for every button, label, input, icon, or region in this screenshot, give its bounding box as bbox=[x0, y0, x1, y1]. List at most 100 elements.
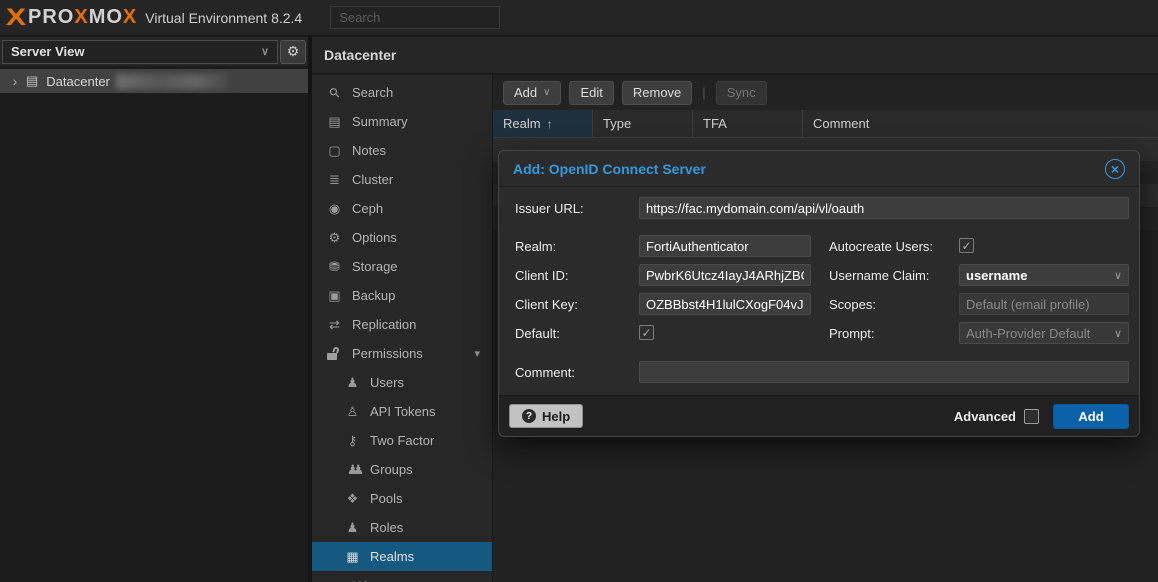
sidebar-item-replication[interactable]: ⇄ Replication bbox=[312, 310, 492, 339]
sidebar-item-label: API Tokens bbox=[370, 404, 436, 419]
sidebar-item-summary[interactable]: ▤ Summary bbox=[312, 107, 492, 136]
scopes-input[interactable] bbox=[959, 293, 1129, 315]
sidebar-item-storage[interactable]: ⛃ Storage bbox=[312, 252, 492, 281]
tree-settings-button[interactable]: ⚙ bbox=[280, 40, 306, 64]
sidebar-item-backup[interactable]: ▣ Backup bbox=[312, 281, 492, 310]
storage-disks-icon: ⛃ bbox=[326, 259, 343, 275]
proxmox-logo-icon: X bbox=[6, 4, 26, 32]
sidebar-item-ha[interactable]: ◌ HA ▾ bbox=[312, 571, 492, 582]
prompt-combo[interactable]: Auth-Provider Default ∨ bbox=[959, 322, 1129, 344]
unlocked-padlock-icon bbox=[326, 347, 343, 361]
chevron-down-icon: ∨ bbox=[261, 45, 269, 58]
datacenter-menu: ⚲ Search ▤ Summary ▢ Notes ≣ Cluster ◉ C… bbox=[312, 75, 493, 582]
tree-node-datacenter[interactable]: › ▤ Datacenter bbox=[0, 69, 308, 93]
autocreate-users-checkbox[interactable]: ✓ bbox=[959, 238, 974, 253]
chevron-down-icon: ∨ bbox=[1114, 327, 1122, 340]
sidebar-item-pools[interactable]: ❖ Pools bbox=[312, 484, 492, 513]
client-key-label: Client Key: bbox=[515, 293, 578, 315]
column-header-realm[interactable]: Realm ↑ bbox=[493, 110, 593, 137]
client-key-input[interactable] bbox=[639, 293, 811, 315]
ha-icon: ◌ bbox=[326, 578, 343, 582]
remove-button[interactable]: Remove bbox=[622, 81, 692, 105]
version-subtitle: Virtual Environment 8.2.4 bbox=[145, 10, 302, 26]
tags-icon: ❖ bbox=[344, 491, 361, 507]
caret-down-icon[interactable]: ▾ bbox=[474, 347, 480, 360]
dialog-title: Add: OpenID Connect Server bbox=[513, 161, 706, 177]
question-icon: ? bbox=[522, 409, 536, 423]
sidebar-item-ceph[interactable]: ◉ Ceph bbox=[312, 194, 492, 223]
edit-button-label: Edit bbox=[580, 85, 602, 100]
sidebar-item-label: Pools bbox=[370, 491, 403, 506]
gear-icon: ⚙ bbox=[287, 43, 300, 60]
content-header: Datacenter bbox=[312, 37, 1158, 74]
cluster-icon: ≣ bbox=[326, 172, 343, 188]
client-id-input[interactable] bbox=[639, 264, 811, 286]
global-search-input[interactable] bbox=[330, 6, 500, 29]
book-icon: ▤ bbox=[326, 114, 343, 130]
column-header-type[interactable]: Type bbox=[593, 110, 693, 137]
dialog-add-button[interactable]: Add bbox=[1053, 404, 1129, 429]
column-header-tfa[interactable]: TFA bbox=[693, 110, 803, 137]
sidebar-item-label: HA bbox=[352, 578, 370, 582]
floppy-icon: ▣ bbox=[326, 288, 343, 304]
advanced-checkbox[interactable] bbox=[1024, 409, 1039, 424]
address-book-icon: ▦ bbox=[344, 549, 361, 565]
redacted-node-name bbox=[116, 74, 228, 89]
view-mode-label: Server View bbox=[11, 44, 84, 59]
sidebar-item-cluster[interactable]: ≣ Cluster bbox=[312, 165, 492, 194]
column-label: Realm bbox=[503, 116, 541, 131]
help-button[interactable]: ? Help bbox=[509, 404, 583, 428]
sidebar-item-label: Ceph bbox=[352, 201, 383, 216]
sidebar-item-search[interactable]: ⚲ Search bbox=[312, 78, 492, 107]
realm-input[interactable] bbox=[639, 235, 811, 257]
client-id-label: Client ID: bbox=[515, 264, 568, 286]
gear-icon: ⚙ bbox=[326, 230, 343, 246]
username-claim-label: Username Claim: bbox=[829, 264, 929, 286]
view-mode-select[interactable]: Server View ∨ bbox=[2, 40, 278, 64]
sidebar-item-label: Replication bbox=[352, 317, 416, 332]
add-button-label: Add bbox=[514, 85, 537, 100]
sidebar-item-options[interactable]: ⚙ Options bbox=[312, 223, 492, 252]
comment-label: Comment: bbox=[515, 361, 575, 383]
close-icon[interactable]: × bbox=[1105, 159, 1125, 179]
column-label: TFA bbox=[703, 116, 727, 131]
sidebar-item-notes[interactable]: ▢ Notes bbox=[312, 136, 492, 165]
sidebar-item-groups[interactable]: ♟♟ Groups bbox=[312, 455, 492, 484]
dialog-title-bar[interactable]: Add: OpenID Connect Server × bbox=[499, 151, 1139, 187]
proxmox-wordmark: PROXMOX bbox=[28, 6, 137, 29]
edit-button[interactable]: Edit bbox=[569, 81, 613, 105]
user-icon: ♟ bbox=[344, 375, 361, 391]
issuer-url-input[interactable] bbox=[639, 197, 1129, 219]
remove-button-label: Remove bbox=[633, 85, 681, 100]
sidebar-item-api-tokens[interactable]: ♙ API Tokens bbox=[312, 397, 492, 426]
default-label: Default: bbox=[515, 322, 560, 344]
person-icon: ♟ bbox=[344, 520, 361, 536]
sidebar-item-roles[interactable]: ♟ Roles bbox=[312, 513, 492, 542]
sidebar-item-two-factor[interactable]: ⚷ Two Factor bbox=[312, 426, 492, 455]
username-claim-combo[interactable]: username ∨ bbox=[959, 264, 1129, 286]
dialog-footer: ? Help Advanced Add bbox=[499, 395, 1139, 436]
sidebar-item-label: Storage bbox=[352, 259, 398, 274]
username-claim-value: username bbox=[966, 268, 1027, 283]
column-label: Type bbox=[603, 116, 631, 131]
sidebar-item-realms[interactable]: ▦ Realms bbox=[312, 542, 492, 571]
sidebar-item-users[interactable]: ♟ Users bbox=[312, 368, 492, 397]
sidebar-item-label: Two Factor bbox=[370, 433, 434, 448]
add-button[interactable]: Add ∨ bbox=[503, 81, 561, 105]
resource-tree-panel: › ▤ Datacenter bbox=[0, 66, 308, 582]
prompt-placeholder: Auth-Provider Default bbox=[966, 326, 1090, 341]
help-button-label: Help bbox=[542, 409, 570, 424]
sync-button[interactable]: Sync bbox=[716, 81, 767, 105]
sync-button-label: Sync bbox=[727, 85, 756, 100]
sidebar-item-label: Backup bbox=[352, 288, 395, 303]
top-bar: X PROXMOX Virtual Environment 8.2.4 bbox=[0, 0, 1158, 36]
expander-icon[interactable]: › bbox=[8, 73, 22, 89]
sidebar-item-label: Search bbox=[352, 85, 393, 100]
scopes-label: Scopes: bbox=[829, 293, 876, 315]
default-checkbox[interactable]: ✓ bbox=[639, 325, 654, 340]
sidebar-item-permissions[interactable]: Permissions ▾ bbox=[312, 339, 492, 368]
sort-ascending-icon: ↑ bbox=[547, 117, 553, 131]
sidebar-item-label: Options bbox=[352, 230, 397, 245]
column-header-comment[interactable]: Comment bbox=[803, 110, 1158, 137]
comment-input[interactable] bbox=[639, 361, 1129, 383]
